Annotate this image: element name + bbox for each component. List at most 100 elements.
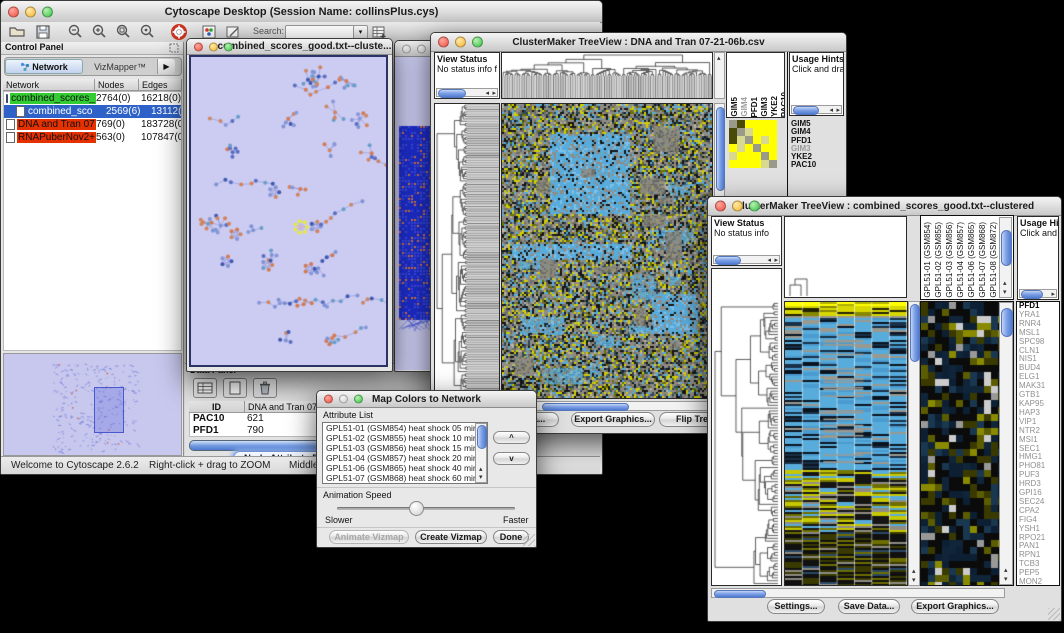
animation-speed-slider-thumb[interactable] xyxy=(409,501,424,516)
move-down-button[interactable]: v xyxy=(493,452,530,465)
treeview2-column-tree-area[interactable] xyxy=(784,216,907,298)
scroll-left-arrow[interactable]: ◂ xyxy=(767,257,771,264)
scroll-thumb[interactable] xyxy=(1001,308,1013,337)
network-tree[interactable]: combined_scores_2764(0)16218(0)combined_… xyxy=(3,91,182,351)
tab-network[interactable]: Network xyxy=(5,59,83,74)
treeview2-titlebar[interactable]: ClusterMaker TreeView : combined_scores_… xyxy=(708,197,1061,216)
col-nodes[interactable]: Nodes xyxy=(95,79,139,91)
attribute-list-vscrollbar[interactable]: ▴ ▾ xyxy=(475,423,487,483)
export-graphics-button[interactable]: Export Graphics... xyxy=(911,599,999,614)
network-tree-row[interactable]: combined_scores_2764(0)16218(0) xyxy=(4,92,181,105)
scroll-left-arrow[interactable]: ◂ xyxy=(829,107,833,114)
heatmap-column-label[interactable]: GIM4 xyxy=(740,97,749,117)
scroll-right-arrow[interactable]: ▸ xyxy=(836,107,840,114)
close-button[interactable] xyxy=(715,201,726,212)
minimize-button[interactable] xyxy=(209,42,218,51)
zoom-button[interactable] xyxy=(472,37,483,48)
network-tree-row[interactable]: combined_sco2569(6)13112(15) xyxy=(4,105,181,118)
scroll-thumb[interactable] xyxy=(542,403,629,411)
zoom-button[interactable] xyxy=(354,395,363,404)
treeview1-column-labels[interactable]: GIM5GIM4PFD1GIM3YKE2PAC10 xyxy=(726,52,785,118)
zoom-button[interactable] xyxy=(42,6,53,17)
heatmap-column-label[interactable]: PAC10 xyxy=(780,92,785,117)
minimize-button[interactable] xyxy=(25,6,36,17)
minimize-button[interactable] xyxy=(455,37,466,48)
network-tree-row[interactable]: DNA and Tran 07769(0)183728(0) xyxy=(4,118,181,131)
treeview1-row-dendrogram[interactable] xyxy=(434,103,500,399)
attribute-listbox[interactable]: GPL51-01 (GSM854) heat shock 05 minGPL51… xyxy=(322,422,488,484)
resize-grip[interactable] xyxy=(523,534,535,546)
main-window-titlebar[interactable]: Cytoscape Desktop (Session Name: collins… xyxy=(1,1,602,23)
treeview2-heatmap[interactable] xyxy=(784,301,908,586)
scroll-right-arrow[interactable]: ▸ xyxy=(492,90,496,97)
attribute-select-icon[interactable] xyxy=(193,378,217,398)
close-button[interactable] xyxy=(194,42,203,51)
heatmap-column-label[interactable]: PFD1 xyxy=(750,97,759,117)
heatmap-column-label[interactable]: GPL51-07 (GSM868) xyxy=(978,222,988,298)
attribute-list-item[interactable]: GPL51-02 (GSM855) heat shock 10 min xyxy=(323,433,475,443)
scroll-thumb[interactable] xyxy=(715,256,741,265)
gene-label[interactable]: MON2 xyxy=(1019,578,1059,586)
heatmap-column-label[interactable]: GPL51-01 (GSM854) xyxy=(923,222,933,298)
heatmap-column-label[interactable]: GPL51-04 (GSM857) xyxy=(956,222,966,298)
treeview2-zoom-heatmap[interactable] xyxy=(921,302,999,585)
dialog-titlebar[interactable]: Map Colors to Network xyxy=(317,391,536,408)
network-window-titlebar[interactable]: combined_scores_good.txt--cluste... xyxy=(187,39,392,55)
col-network[interactable]: Network xyxy=(3,79,95,91)
heatmap-column-label[interactable]: GPL51-03 (GSM856) xyxy=(945,222,955,298)
attribute-list-item[interactable]: GPL51-03 (GSM856) heat shock 15 min xyxy=(323,443,475,453)
animate-vizmap-button[interactable]: Animate Vizmap xyxy=(329,530,409,544)
treeview1-column-dendrogram[interactable] xyxy=(501,52,713,99)
scroll-thumb[interactable] xyxy=(716,107,725,191)
scroll-up-arrow[interactable]: ▴ xyxy=(717,55,721,62)
scroll-down-arrow[interactable]: ▾ xyxy=(479,474,483,481)
close-button[interactable] xyxy=(8,6,19,17)
attribute-list-item[interactable]: GPL51-07 (GSM868) heat shock 60 min xyxy=(323,473,475,483)
save-data-button[interactable]: Save Data... xyxy=(838,599,900,614)
heatmap-column-label[interactable]: GIM5 xyxy=(730,97,739,117)
scroll-thumb[interactable] xyxy=(714,590,766,598)
treeview1-titlebar[interactable]: ClusterMaker TreeView : DNA and Tran 07-… xyxy=(431,33,846,52)
create-attribute-icon[interactable] xyxy=(223,378,247,398)
heatmap-column-label[interactable]: GIM3 xyxy=(760,97,769,117)
zoom-vscrollbar[interactable]: ▴ ▾ xyxy=(999,302,1013,585)
minimize-button[interactable] xyxy=(417,44,426,53)
scroll-down-arrow[interactable]: ▾ xyxy=(1004,576,1008,583)
scroll-left-arrow[interactable]: ◂ xyxy=(485,90,489,97)
scroll-thumb[interactable] xyxy=(1021,290,1043,299)
window-controls[interactable] xyxy=(8,6,53,17)
zoom-button[interactable] xyxy=(749,201,760,212)
attribute-list-item[interactable]: GPL51-01 (GSM854) heat shock 05 min xyxy=(323,423,475,433)
treeview1-top-scroll-strip[interactable]: ▴ xyxy=(714,52,725,99)
col-edges[interactable]: Edges xyxy=(139,79,182,91)
scroll-up-arrow[interactable]: ▴ xyxy=(912,568,916,575)
treeview1-zoom-matrix[interactable] xyxy=(729,120,777,168)
heatmap-column-label[interactable]: GPL51-08 (GSM872) xyxy=(989,222,999,298)
zoom-out-icon[interactable] xyxy=(67,24,84,40)
export-graphics-button[interactable]: Export Graphics... xyxy=(571,412,655,427)
tab-vizmapper[interactable]: VizMapper™ xyxy=(83,62,157,72)
minimize-button[interactable] xyxy=(732,201,743,212)
gene-label[interactable]: PAC10 xyxy=(791,161,843,169)
treeview2-gene-list[interactable]: PFD1YRA1RNR4MSL1SPC98CLN1NIS1BUD4ELG1MAK… xyxy=(1016,301,1060,586)
scroll-thumb[interactable] xyxy=(477,425,487,449)
tab-overflow-arrow[interactable]: ▶ xyxy=(157,59,175,74)
settings-button[interactable]: Settings... xyxy=(767,599,825,614)
float-panel-icon[interactable] xyxy=(169,43,179,55)
help-lifering-icon[interactable] xyxy=(171,24,188,40)
heatmap-column-label[interactable]: GPL51-06 (GSM865) xyxy=(967,222,977,298)
view-status-hscrollbar[interactable]: ◂ ▸ xyxy=(436,88,498,97)
scroll-thumb[interactable] xyxy=(793,106,819,115)
heatmap-column-label[interactable]: GPL51-02 (GSM855) xyxy=(934,222,944,298)
resize-grip[interactable] xyxy=(1048,608,1060,620)
column-labels-vscrollbar[interactable]: ▴ ▾ xyxy=(999,217,1012,298)
scroll-right-arrow[interactable]: ▸ xyxy=(1051,291,1055,298)
scroll-thumb[interactable] xyxy=(910,304,920,362)
zoom-button[interactable] xyxy=(224,42,233,51)
heatmap-column-label[interactable]: YKE2 xyxy=(770,96,779,117)
delete-attribute-icon[interactable] xyxy=(253,378,277,398)
network-canvas[interactable] xyxy=(191,57,386,365)
scroll-down-arrow[interactable]: ▾ xyxy=(1003,289,1007,296)
zoom-fit-icon[interactable] xyxy=(115,24,132,40)
zoom-in-icon[interactable] xyxy=(91,24,108,40)
